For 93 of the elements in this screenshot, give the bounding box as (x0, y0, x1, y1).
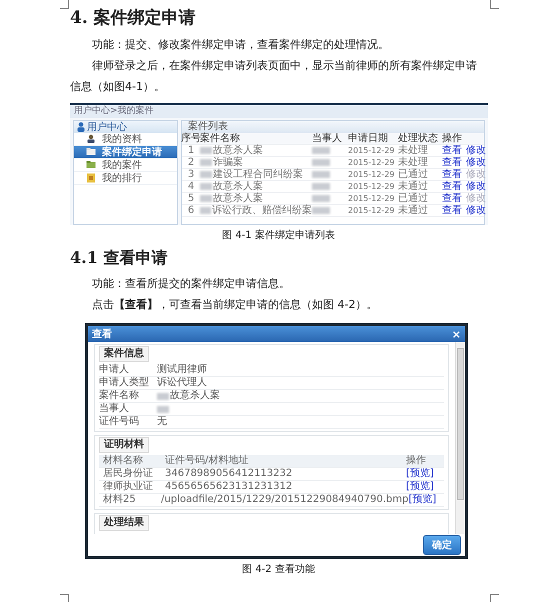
table-cell-text: 已通过 (398, 193, 429, 204)
table-cell-text: 5 (186, 193, 196, 204)
paragraph: 律师登录之后，在案件绑定申请列表页面中，显示当前律师的所有案件绑定申请信息（如图4-1）。 (70, 58, 478, 95)
column-header: 申请日期 (348, 133, 389, 144)
preview-link[interactable]: [预览] (408, 494, 444, 506)
scrollbar[interactable] (455, 342, 465, 534)
table-cell-text: 3 (186, 169, 196, 180)
table-cell-text: 2015-12-29 (348, 157, 396, 168)
table-cell-text: 居民身份证 (102, 468, 154, 480)
table-cell-text: 未通过 (398, 181, 429, 192)
sidebar-title: 用户中心 (87, 120, 127, 134)
sidebar-item[interactable]: 我的案件 (74, 159, 177, 172)
figure-caption: 图 4-1 案件绑定申请列表 (221, 229, 336, 243)
crop-mark (60, 594, 69, 602)
table-cell-text: 6 (186, 205, 196, 216)
folder-icon (86, 160, 96, 170)
table-cell-text: 2015-12-29 (348, 193, 396, 204)
table-cell-text: 材料25 (102, 494, 137, 506)
action-link[interactable]: 修改 (466, 205, 486, 216)
preview-link[interactable]: [预览] (406, 481, 444, 493)
field-value: 诉讼代理人 (157, 377, 207, 389)
action-link: 修改 (466, 169, 486, 180)
action-link[interactable]: 修改 (466, 157, 486, 168)
table-cell: 故意杀人案 (213, 145, 263, 156)
table-cell-text: 1 (186, 145, 196, 156)
action-link[interactable]: 查看 (442, 145, 462, 156)
action-link[interactable]: 查看 (442, 181, 462, 192)
preview-link[interactable]: [预览] (406, 468, 444, 480)
close-button[interactable]: × (452, 328, 461, 340)
panel-title: 案件列表 (182, 121, 484, 133)
user-icon (77, 122, 85, 132)
dialog-title: 查看 (92, 328, 112, 341)
field-value: 测试用律师 (157, 364, 207, 376)
action-link: 修改 (466, 193, 486, 204)
fieldset-legend: 案件信息 (99, 346, 149, 362)
table-cell-text: 45656565623131231312 (165, 481, 294, 493)
table-cell: 建设工程合同纠纷案 (213, 169, 303, 180)
table-cell: 故意杀人案 (213, 181, 263, 192)
table-cell: 诉讼行政、赔偿纠纷案 (212, 205, 312, 216)
table-cell-text: 未处理 (398, 145, 429, 156)
field-value: 无 (157, 416, 167, 428)
paragraph: 功能：查看所提交的案件绑定申请信息。 (91, 276, 291, 292)
paragraph: 功能：提交、修改案件绑定申请，查看案件绑定的处理情况。 (91, 37, 390, 53)
column-header: 材料名称 (102, 455, 144, 467)
table-cell-text: 2 (186, 157, 196, 168)
confirm-button[interactable]: 确定 (423, 535, 461, 555)
column-header: 操作 (442, 133, 463, 144)
table-cell-text: 34678989056412113232 (165, 468, 294, 480)
section-heading: 4.1 查看申请 (70, 247, 168, 269)
table-cell-text: 已通过 (398, 169, 429, 180)
breadcrumb-bar: 用户中心>我的案件 (70, 105, 488, 118)
column-header: 序号 (182, 133, 200, 144)
action-link[interactable]: 查看 (442, 157, 462, 168)
folder-icon (86, 147, 96, 157)
field-value: 故意杀人案 (170, 390, 220, 402)
field-label: 当事人 (99, 403, 130, 415)
table-cell: /uploadfile/2015/1229/20151229084940790.bmp (161, 494, 408, 506)
fieldset-legend: 证明材料 (99, 437, 149, 453)
person-icon (86, 134, 96, 144)
field-label: 案件名称 (99, 390, 140, 402)
document-icon (86, 173, 96, 183)
field-label: 申请人 (99, 364, 130, 376)
crop-mark (60, 0, 69, 9)
column-header: 证件号码/材料地址 (165, 455, 250, 467)
table-cell-text: 2015-12-29 (348, 205, 396, 216)
table-cell-text: 2015-12-29 (348, 169, 396, 180)
table-cell-text: 2015-12-29 (348, 145, 396, 156)
table-cell: 故意杀人案 (213, 193, 263, 204)
table-cell: 诈骗案 (213, 157, 243, 168)
table-cell-text: 律师执业证 (102, 481, 154, 493)
section-heading: 4. 案件绑定申请 (70, 7, 196, 30)
field-label: 证件号码 (99, 416, 140, 428)
sidebar-item[interactable]: 案件绑定申请 (74, 146, 177, 159)
sidebar-item[interactable]: 我的排行 (74, 172, 177, 185)
column-header: 处理状态 (398, 133, 439, 144)
table-cell-text: 未处理 (398, 157, 429, 168)
column-header: 案件名称 (200, 133, 241, 144)
paragraph: 点击【查看】，可查看当前绑定申请的信息（如图 4-2）。 (91, 297, 378, 313)
fieldset-legend: 处理结果 (99, 515, 149, 531)
table-cell-text: 4 (186, 181, 196, 192)
table-cell-text: 2015-12-29 (348, 181, 396, 192)
crop-mark (490, 594, 499, 602)
field-label: 申请人类型 (99, 377, 150, 389)
action-link[interactable]: 修改 (466, 181, 486, 192)
action-link[interactable]: 查看 (442, 193, 462, 204)
column-header: 当事人 (312, 133, 343, 144)
figure-caption: 图 4-2 查看功能 (241, 563, 316, 577)
crop-mark (490, 0, 499, 9)
action-link[interactable]: 修改 (466, 145, 486, 156)
action-link[interactable]: 查看 (442, 169, 462, 180)
column-header: 操作 (406, 455, 427, 467)
table-cell-text: 未通过 (398, 205, 429, 216)
action-link[interactable]: 查看 (442, 205, 462, 216)
